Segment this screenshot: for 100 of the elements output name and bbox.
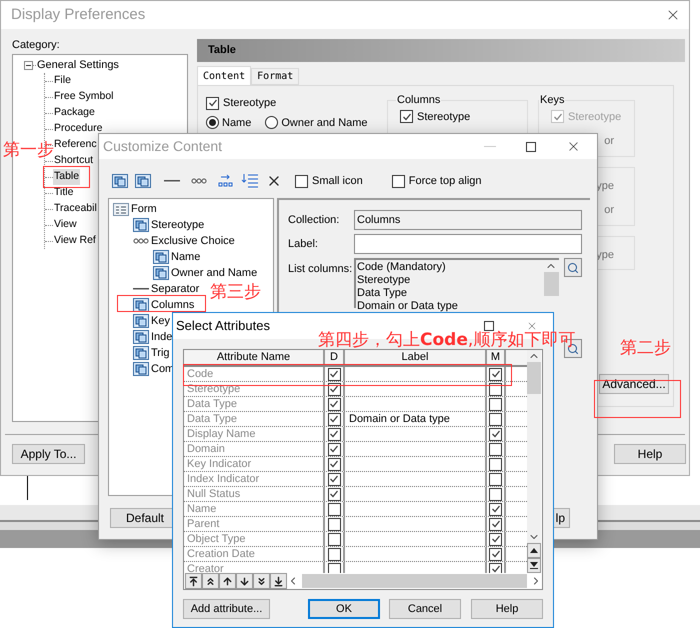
checkbox[interactable] — [489, 368, 502, 380]
maximize-icon[interactable] — [526, 142, 536, 152]
scroll-thumb[interactable] — [544, 272, 558, 296]
checkbox[interactable] — [489, 382, 502, 396]
checkbox[interactable] — [392, 174, 405, 188]
checkbox[interactable] — [328, 518, 340, 530]
checkbox[interactable] — [328, 502, 340, 516]
collapse-toggle[interactable] — [24, 60, 33, 70]
move-row-button[interactable] — [219, 573, 236, 589]
browse-button[interactable] — [564, 258, 582, 277]
dots-icon — [191, 178, 207, 184]
move-row-button[interactable] — [270, 573, 287, 589]
checkbox[interactable] — [489, 518, 502, 530]
advanced-button[interactable]: Advanced... — [599, 374, 669, 394]
scroll-thumb[interactable] — [527, 362, 541, 394]
checkbox[interactable] — [400, 110, 413, 124]
apply-to-button[interactable]: Apply To... — [12, 444, 85, 464]
checkbox[interactable] — [328, 442, 340, 456]
tree-item[interactable]: Inde — [151, 328, 172, 346]
checkbox[interactable] — [328, 532, 340, 546]
checkbox[interactable] — [489, 548, 502, 560]
maximize-icon[interactable] — [484, 321, 494, 331]
scroll-bottom-button[interactable] — [527, 558, 541, 573]
insert-below-icon[interactable] — [218, 174, 234, 188]
radio-label: Owner and Name — [281, 116, 368, 130]
tree-item[interactable]: View Ref — [53, 233, 97, 249]
checkbox[interactable] — [489, 472, 502, 486]
dialog-button[interactable]: OK — [308, 599, 380, 619]
radio-button[interactable] — [206, 116, 219, 130]
tree-item[interactable]: Trig — [151, 344, 170, 362]
tree-item[interactable]: Referenc — [53, 137, 98, 153]
tree-item[interactable]: Owner and Name — [171, 264, 258, 282]
move-row-button[interactable] — [236, 573, 253, 589]
column-header[interactable]: D — [325, 350, 345, 365]
checkbox[interactable] — [328, 368, 340, 380]
column-header[interactable]: Attribute Name — [184, 350, 325, 365]
scroll-top-button[interactable] — [527, 543, 541, 558]
checkbox[interactable] — [328, 488, 340, 500]
collection-field[interactable]: Columns — [354, 210, 582, 230]
tree-item[interactable]: Table — [53, 169, 80, 185]
dialog-button[interactable]: Add attribute... — [183, 599, 270, 619]
checkbox[interactable] — [206, 96, 219, 110]
checkbox[interactable] — [489, 428, 502, 440]
checkbox[interactable] — [328, 458, 340, 470]
tree-item[interactable]: Separator — [151, 280, 200, 298]
tree-item[interactable]: General Settings — [36, 56, 119, 74]
form-icon — [113, 202, 129, 216]
close-icon[interactable] — [526, 320, 538, 332]
checkbox[interactable] — [489, 532, 502, 546]
list-item[interactable]: Code (Mandatory) — [357, 261, 543, 274]
checkbox[interactable] — [328, 398, 340, 410]
checkbox[interactable] — [328, 548, 340, 560]
scrollbar[interactable] — [527, 350, 541, 573]
arrow-icon — [256, 576, 267, 586]
checkbox[interactable] — [489, 488, 502, 500]
tree-item[interactable]: Procedure — [53, 121, 104, 137]
checkbox[interactable] — [489, 458, 502, 470]
line-icon — [133, 288, 149, 290]
checkbox[interactable] — [328, 428, 340, 440]
checkbox[interactable] — [489, 562, 502, 573]
list-item[interactable]: Data Type — [357, 287, 543, 300]
tree-item[interactable]: Package — [53, 105, 96, 121]
insert-above-icon[interactable] — [241, 173, 259, 189]
move-row-button[interactable] — [185, 573, 202, 589]
help-button[interactable]: Help — [614, 444, 686, 464]
tree-item[interactable]: Exclusive Choice — [151, 232, 235, 250]
tree-item[interactable]: Title — [53, 185, 74, 201]
group-title: Keys — [539, 93, 566, 108]
checkbox[interactable] — [489, 398, 502, 410]
tree-item[interactable]: Shortcut — [53, 153, 94, 169]
checkbox[interactable] — [328, 382, 340, 396]
checkbox[interactable] — [489, 442, 502, 456]
tree-item[interactable]: Name — [171, 248, 200, 266]
tree-item[interactable]: View — [53, 217, 78, 233]
move-row-button[interactable] — [253, 573, 270, 589]
checkbox[interactable] — [328, 472, 340, 486]
dialog-button[interactable]: Help — [471, 599, 543, 619]
column-header[interactable]: M — [487, 350, 506, 365]
table-cell: Domain — [184, 442, 325, 456]
list-item[interactable]: Stereotype — [357, 274, 543, 287]
checkbox[interactable] — [328, 562, 340, 573]
tree-item[interactable]: Stereotype — [151, 216, 204, 234]
tab[interactable]: Format — [251, 68, 300, 85]
column-header[interactable]: Label — [345, 350, 487, 365]
checkbox[interactable] — [295, 174, 308, 188]
checkbox[interactable] — [489, 502, 502, 516]
radio-button[interactable] — [265, 116, 278, 130]
tree-item[interactable]: Key — [151, 312, 170, 330]
dialog-button[interactable]: Cancel — [389, 599, 461, 619]
tree-item[interactable]: Free Symbol — [53, 89, 115, 105]
label-field[interactable] — [354, 234, 582, 254]
tree-item[interactable]: Traceabil — [53, 201, 98, 217]
move-row-button[interactable] — [202, 573, 219, 589]
tree-item[interactable]: File — [53, 73, 72, 89]
scroll-thumb[interactable] — [302, 574, 527, 588]
checkbox[interactable] — [328, 412, 340, 426]
checkbox[interactable] — [489, 412, 502, 426]
field-label: Label: — [288, 236, 319, 252]
tree-item[interactable]: Form — [131, 200, 157, 218]
tab[interactable]: Content — [197, 66, 252, 85]
